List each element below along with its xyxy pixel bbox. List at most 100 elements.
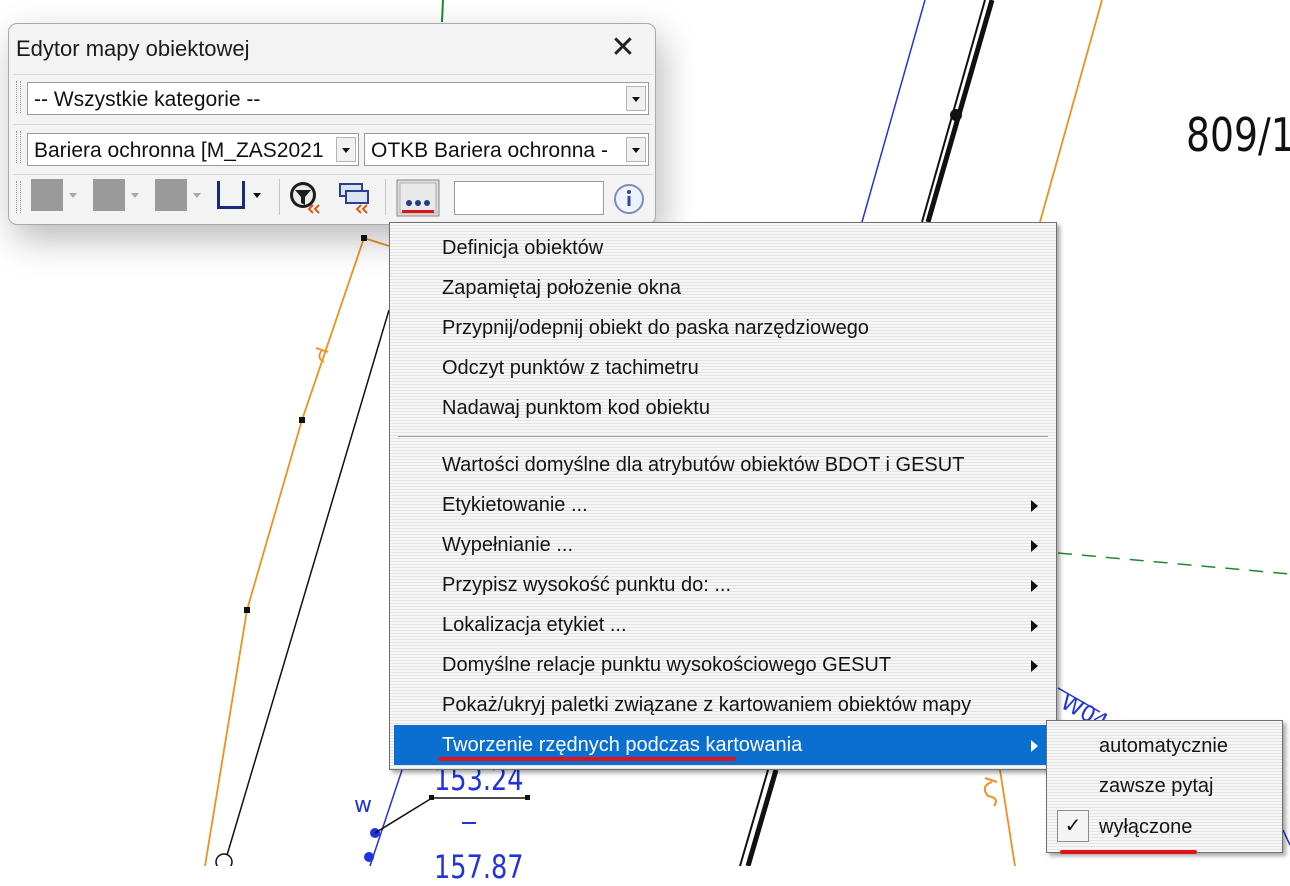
submenu-item-wylaczone[interactable]: ✓ wyłączone xyxy=(1051,807,1278,847)
chevron-down-icon[interactable] xyxy=(626,86,646,111)
menu-item-lokalizacja-etykiet[interactable]: Lokalizacja etykiet ... xyxy=(394,605,1052,645)
object-select[interactable]: Bariera ochronna [M_ZAS2021 xyxy=(27,133,359,166)
map-point-blue xyxy=(364,852,374,862)
menu-item-zapamietaj-polozenie[interactable]: Zapamiętaj położenie okna xyxy=(394,268,1052,308)
map-leader xyxy=(374,797,433,834)
menu-item-domyslne-relacje[interactable]: Domyślne relacje punktu wysokościowego G… xyxy=(394,645,1052,685)
layers-icon[interactable] xyxy=(337,181,373,215)
menu-item-label: Odczyt punktów z tachimetru xyxy=(442,357,699,379)
chevron-down-icon[interactable] xyxy=(193,193,201,198)
menu-item-label: Pokaż/ukryj paletki związane z kartowani… xyxy=(442,694,972,716)
category-select-value: -- Wszystkie kategorie -- xyxy=(34,88,261,111)
map-vertex xyxy=(525,795,530,800)
menu-item-nadawaj-kod[interactable]: Nadawaj punktom kod obiektu xyxy=(394,388,1052,428)
context-menu[interactable]: Definicja obiektów Zapamiętaj położenie … xyxy=(389,222,1057,770)
text-color-swatch[interactable] xyxy=(155,179,187,211)
menu-item-pokaz-ukryj-paletki[interactable]: Pokaż/ukryj paletki związane z kartowani… xyxy=(394,685,1052,725)
map-point-open xyxy=(215,853,233,866)
object-code-select[interactable]: OTKB Bariera ochronna - xyxy=(364,133,649,166)
menu-item-label: Wypełnianie ... xyxy=(442,534,573,556)
map-line-orange-top xyxy=(363,237,390,247)
chevron-down-icon[interactable] xyxy=(69,193,77,198)
submenu-arrow-icon xyxy=(1031,540,1038,552)
menu-item-odczyt-tachimetru[interactable]: Odczyt punktów z tachimetru xyxy=(394,348,1052,388)
filter-icon[interactable] xyxy=(289,181,325,215)
map-line-black-thick-low xyxy=(745,769,779,866)
submenu-arrow-icon xyxy=(1031,620,1038,632)
submenu-item-label: wyłączone xyxy=(1099,816,1193,838)
info-icon[interactable] xyxy=(613,183,645,215)
category-select[interactable]: -- Wszystkie kategorie -- xyxy=(27,82,649,115)
menu-item-label: Zapamiętaj położenie okna xyxy=(442,277,682,299)
menu-item-etykietowanie[interactable]: Etykietowanie ... xyxy=(394,485,1052,525)
map-line-black-diagonal xyxy=(224,309,390,863)
submenu-arrow-icon xyxy=(1031,660,1038,672)
map-vertex xyxy=(361,235,367,241)
map-line-orange-right xyxy=(1039,0,1103,223)
value-input[interactable] xyxy=(454,181,604,215)
chevron-down-icon[interactable] xyxy=(253,193,261,198)
line-style-icon[interactable] xyxy=(217,181,245,209)
map-line-green-top xyxy=(441,0,444,23)
toolbar-grip[interactable] xyxy=(16,131,21,163)
category-row: -- Wszystkie kategorie -- xyxy=(13,74,653,125)
window-title: Edytor mapy obiektowej xyxy=(16,36,250,61)
object-select-value: Bariera ochronna [M_ZAS2021 xyxy=(34,139,324,162)
menu-item-wypelnianie[interactable]: Wypełnianie ... xyxy=(394,525,1052,565)
menu-item-label: Wartości domyślne dla atrybutów obiektów… xyxy=(442,454,965,476)
line-color-swatch[interactable] xyxy=(31,179,63,211)
menu-item-label: Przypisz wysokość punktu do: ... xyxy=(442,574,732,596)
menu-item-wartosci-domyslne[interactable]: Wartości domyślne dla atrybutów obiektów… xyxy=(394,445,1052,485)
map-line-green-dashed xyxy=(1057,552,1290,575)
map-vertex xyxy=(244,607,250,613)
parcel-label: 809/1 xyxy=(1186,108,1290,162)
height-label: 157.87 xyxy=(434,848,524,886)
annotation-underline xyxy=(438,757,736,761)
submenu-item-label: zawsze pytaj xyxy=(1099,775,1214,797)
window-titlebar[interactable]: Edytor mapy obiektowej ✕ xyxy=(9,24,655,74)
chevron-down-icon[interactable] xyxy=(626,137,646,162)
object-code-select-value: OTKB Bariera ochronna - xyxy=(371,139,608,162)
object-row: Bariera ochronna [M_ZAS2021 OTKB Bariera… xyxy=(13,124,653,175)
menu-separator xyxy=(398,436,1048,438)
chevron-down-icon[interactable] xyxy=(336,137,356,162)
submenu-arrow-icon xyxy=(1031,580,1038,592)
map-line-blue xyxy=(861,0,926,223)
submenu-arrow-icon xyxy=(1031,500,1038,512)
map-node xyxy=(950,109,962,121)
map-barrier-symbol xyxy=(983,777,998,807)
menu-item-label: Lokalizacja etykiet ... xyxy=(442,614,627,636)
close-icon[interactable]: ✕ xyxy=(609,33,637,63)
object-map-editor-window[interactable]: Edytor mapy obiektowej ✕ -- Wszystkie ka… xyxy=(8,23,656,225)
map-line-blue-right-low xyxy=(1282,829,1290,846)
submenu-tworzenie-rzednych[interactable]: automatycznie zawsze pytaj ✓ wyłączone xyxy=(1046,720,1283,853)
annotation-underline xyxy=(1060,850,1197,854)
toolbar-separator xyxy=(385,179,386,215)
point-letter: w xyxy=(354,793,372,818)
menu-item-label: Etykietowanie ... xyxy=(442,494,588,516)
menu-item-label: Przypnij/odepnij obiekt do paska narzędz… xyxy=(442,317,869,339)
menu-item-przypnij-obiekt[interactable]: Przypnij/odepnij obiekt do paska narzędz… xyxy=(394,308,1052,348)
map-vertex xyxy=(299,417,305,423)
editor-toolbar xyxy=(13,174,653,223)
menu-item-definicja-obiektow[interactable]: Definicja obiektów xyxy=(394,228,1052,268)
menu-item-label: Domyślne relacje punktu wysokościowego G… xyxy=(442,654,892,676)
check-icon: ✓ xyxy=(1057,810,1089,842)
menu-item-label: Definicja obiektów xyxy=(442,237,604,259)
menu-item-przypisz-wysokosc[interactable]: Przypisz wysokość punktu do: ... xyxy=(394,565,1052,605)
toolbar-separator xyxy=(279,179,280,215)
menu-item-label: Tworzenie rzędnych podczas kartowania xyxy=(442,734,803,756)
map-line-blue-low xyxy=(369,769,403,866)
cartography-points-icon[interactable] xyxy=(396,179,440,217)
toolbar-grip[interactable] xyxy=(16,81,21,113)
toolbar-grip[interactable] xyxy=(16,181,21,213)
map-line-orange-left xyxy=(204,237,365,866)
chevron-down-icon[interactable] xyxy=(131,193,139,198)
submenu-arrow-icon xyxy=(1031,740,1038,752)
fill-color-swatch[interactable] xyxy=(93,179,125,211)
menu-item-label: Nadawaj punktom kod obiektu xyxy=(442,397,710,419)
submenu-item-zawsze-pytaj[interactable]: zawsze pytaj xyxy=(1051,766,1278,806)
map-line-orange-low xyxy=(999,769,1016,866)
submenu-item-automatycznie[interactable]: automatycznie xyxy=(1051,726,1278,766)
submenu-item-label: automatycznie xyxy=(1099,735,1228,757)
